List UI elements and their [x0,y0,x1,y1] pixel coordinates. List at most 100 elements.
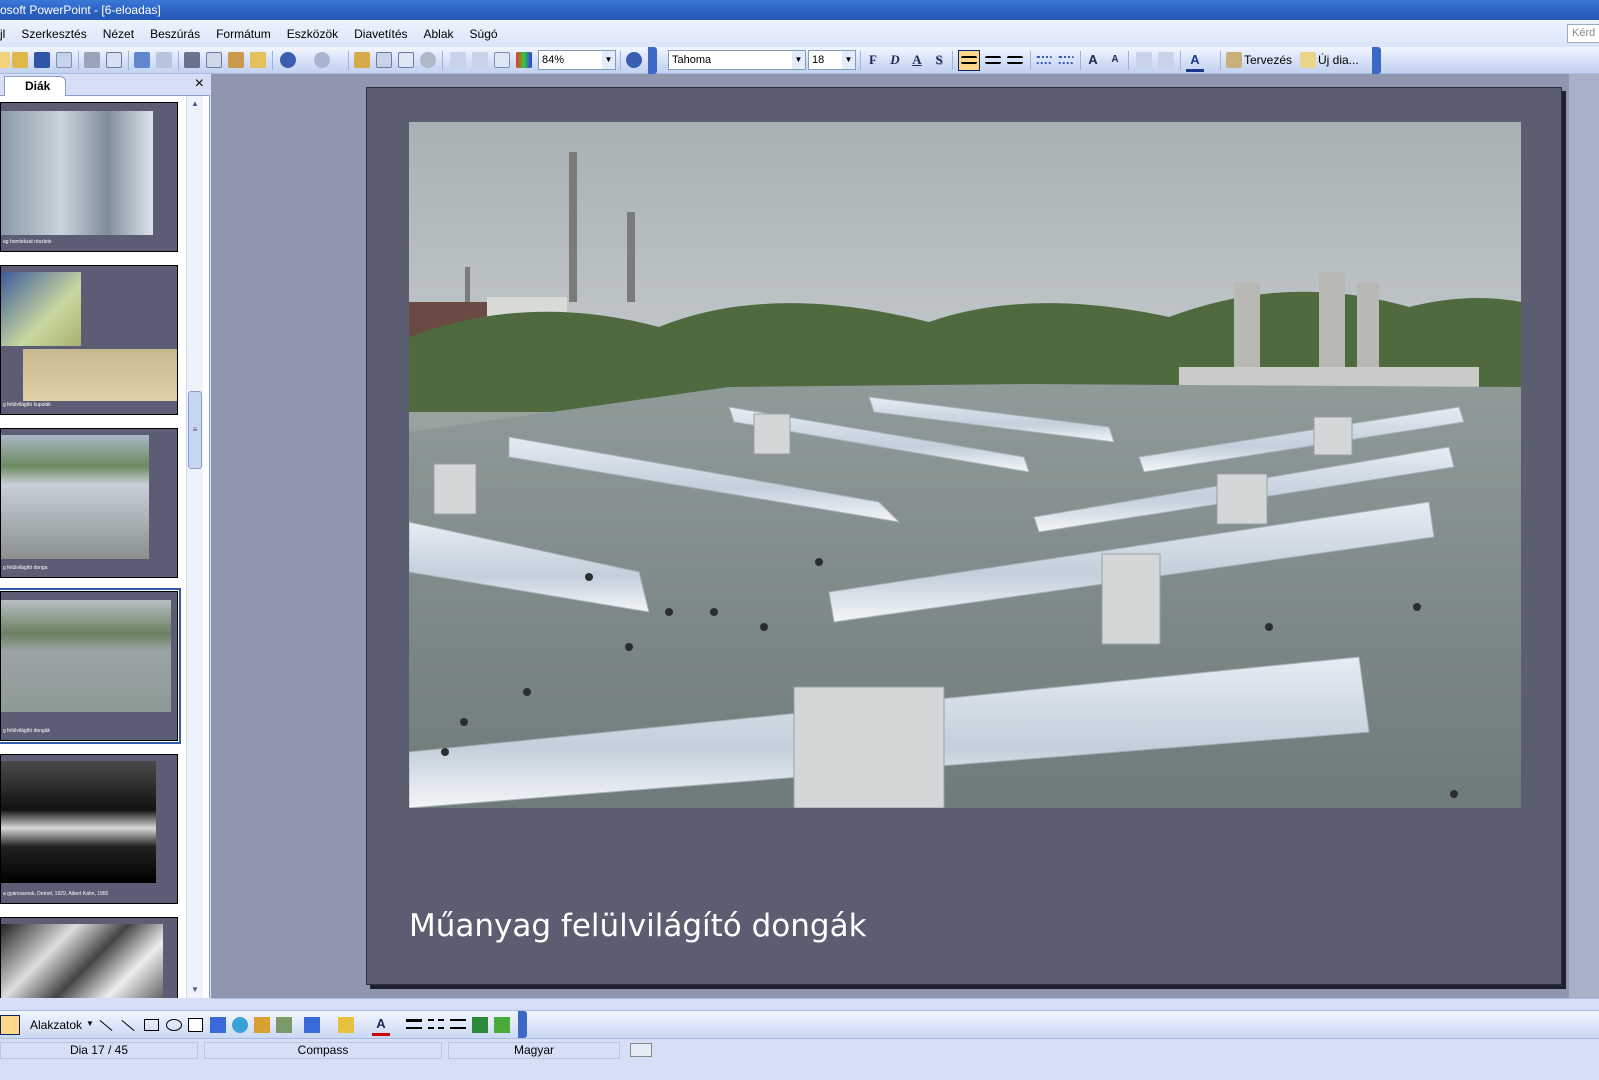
slide-thumbnail-19[interactable] [0,917,178,998]
drawing-toolbar: Alakzatok ▼ A [0,1010,1599,1038]
line-icon[interactable] [99,1019,113,1032]
italic-button[interactable]: D [886,51,904,69]
close-icon[interactable]: × [195,75,204,93]
ask-question-input[interactable]: Kérd [1567,24,1599,43]
spelling-icon[interactable] [134,52,150,68]
rectangle-icon[interactable] [144,1019,159,1031]
save-icon[interactable] [34,52,50,68]
toolbar-options-icon[interactable] [1372,47,1381,74]
slide-thumbnail-16[interactable]: g felülvilágító donga [0,428,178,578]
format-painter-icon[interactable] [250,52,266,68]
numbering-icon[interactable] [1036,56,1052,64]
permission-icon[interactable] [56,52,72,68]
chevron-down-icon[interactable]: ▼ [602,51,615,69]
open-icon[interactable] [12,52,28,68]
menu-help[interactable]: Súgó [470,27,498,41]
font-name-select[interactable]: Tahoma ▼ [668,50,806,70]
menu-view[interactable]: Nézet [103,27,134,41]
new-slide-button[interactable]: Új dia... [1318,52,1359,68]
cut-icon[interactable] [184,52,200,68]
color-grayscale-icon[interactable] [516,52,532,68]
toolbar-separator [860,51,861,70]
decrease-font-size-icon[interactable]: A [1106,51,1124,69]
scrollbar-thumb[interactable]: ≡ [188,391,202,469]
font-size-select[interactable]: 18 ▼ [808,50,856,70]
language-indicator[interactable]: Magyar [448,1042,620,1059]
zoom-select[interactable]: 84% ▼ [538,50,616,70]
clip-art-icon[interactable] [254,1017,270,1033]
slide-title[interactable]: Műanyag felülvilágító dongák [409,908,867,944]
chevron-down-icon[interactable]: ▼ [842,51,855,69]
print-icon[interactable] [84,52,100,68]
slide-thumbnail-17[interactable]: g felülvilágító dongák [0,588,181,744]
shapes-menu-button[interactable]: Alakzatok [30,1017,82,1033]
line-style-icon[interactable] [406,1019,422,1029]
scroll-up-icon[interactable]: ▲ [187,96,203,112]
design-button[interactable]: Tervezés [1244,52,1292,68]
align-right-icon[interactable] [1007,56,1023,64]
chevron-down-icon[interactable]: ▼ [792,51,805,69]
chevron-down-icon[interactable]: ▼ [86,1019,94,1028]
menu-tools[interactable]: Eszközök [287,27,338,41]
horizontal-scrollbar[interactable] [211,998,1599,1010]
3d-style-icon[interactable] [494,1017,510,1033]
shadow-style-icon[interactable] [472,1017,488,1033]
design-template-name: Compass [204,1042,442,1059]
print-preview-icon[interactable] [106,52,122,68]
fill-color-icon[interactable] [304,1017,320,1033]
new-icon[interactable] [0,52,10,68]
arrow-style-icon[interactable] [450,1019,466,1029]
arrow-icon[interactable] [121,1019,135,1032]
tab-slides[interactable]: Diák [4,76,66,97]
current-slide[interactable]: Műanyag felülvilágító dongák [366,87,1562,985]
thumbnail-caption: g felülvilágító donga [3,565,48,571]
select-objects-icon[interactable] [0,1015,20,1035]
expand-all-icon[interactable] [450,52,466,68]
text-box-icon[interactable] [188,1018,203,1032]
dash-style-icon[interactable] [428,1019,444,1029]
scroll-down-icon[interactable]: ▼ [187,982,203,998]
align-center-icon[interactable] [985,56,1001,64]
insert-chart-icon[interactable] [354,52,370,68]
insert-hyperlink-icon[interactable] [420,52,436,68]
menu-format[interactable]: Formátum [216,27,271,41]
slide-thumbnail-15[interactable]: g felülvilágító kupolák [0,265,178,415]
increase-font-size-icon[interactable]: A [1084,51,1102,69]
copy-icon[interactable] [206,52,222,68]
slide-thumbnail-14[interactable]: ag homlokzat részlete [0,102,178,252]
menu-edit[interactable]: Szerkesztés [21,27,86,41]
design-icon [1226,52,1242,68]
shadow-button[interactable]: S [930,51,948,69]
decrease-indent-icon[interactable] [1136,52,1152,68]
menu-insert[interactable]: Beszúrás [150,27,200,41]
insert-table-icon[interactable] [376,52,392,68]
diagram-icon[interactable] [232,1017,248,1033]
wordart-icon[interactable] [210,1017,226,1033]
show-grid-icon[interactable] [494,52,510,68]
paste-icon[interactable] [228,52,244,68]
research-icon[interactable] [156,52,172,68]
insert-picture-icon[interactable] [276,1017,292,1033]
pane-scrollbar[interactable]: ▲ ≡ ▼ [186,96,203,998]
line-color-icon[interactable] [338,1017,354,1033]
menu-slideshow[interactable]: Diavetítés [354,27,407,41]
font-color-icon[interactable]: A [1186,51,1204,72]
underline-button[interactable]: A [908,51,926,69]
toolbar-options-icon[interactable] [518,1011,527,1038]
menu-file[interactable]: jl [0,27,5,41]
slide-photo[interactable] [409,122,1521,808]
spelling-status-icon[interactable] [630,1043,652,1057]
font-color-icon[interactable]: A [372,1015,390,1036]
bullets-icon[interactable] [1058,56,1074,64]
slide-thumbnail-18[interactable]: a gyárcsarnok, Detroit, 1929, Albert Kah… [0,754,178,904]
menu-window[interactable]: Ablak [424,27,454,41]
oval-icon[interactable] [166,1019,182,1031]
bold-button[interactable]: F [864,51,882,69]
show-formatting-icon[interactable] [472,52,488,68]
increase-indent-icon[interactable] [1158,52,1174,68]
redo-icon[interactable] [314,52,330,68]
help-icon[interactable] [626,52,642,68]
toolbar-options-icon[interactable] [648,47,657,74]
undo-icon[interactable] [280,52,296,68]
tables-borders-icon[interactable] [398,52,414,68]
